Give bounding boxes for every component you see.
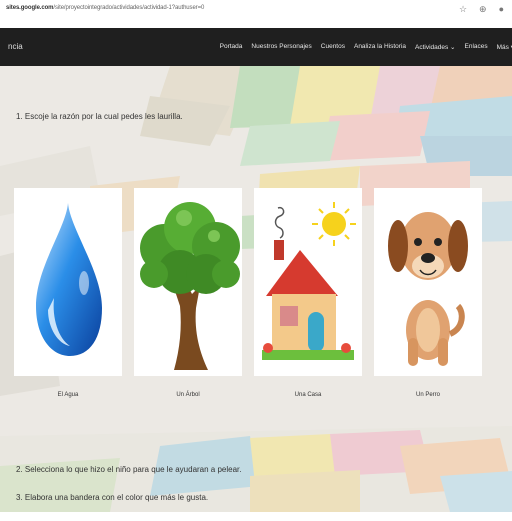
nav-link-portada[interactable]: Portada (220, 43, 243, 51)
browser-toolbar-icons: ☆ ⊕ ● (459, 4, 504, 15)
card-caption-dog: Un Perro (415, 392, 440, 398)
water-drop-icon (36, 203, 102, 356)
option-card-house[interactable] (254, 188, 362, 376)
site-navbar: ncia Portada Nuestros Personajes Cuentos… (0, 28, 512, 66)
option-card-dog[interactable] (374, 188, 482, 376)
option-card-water[interactable] (14, 188, 122, 376)
profile-icon[interactable]: ● (499, 4, 504, 15)
tree-icon (140, 202, 240, 370)
browser-address-bar[interactable]: sites.google.com/site/proyectointegrado/… (0, 0, 512, 24)
nav-link-actividades[interactable]: Actividades ⌄ (415, 43, 456, 51)
nav-link-analiza[interactable]: Analiza la Historia (354, 43, 406, 51)
option-card-tree[interactable] (134, 188, 242, 376)
card-caption-house: Una Casa (294, 392, 322, 398)
card-caption-tree: Un Árbol (176, 392, 200, 398)
extension-icon[interactable]: ⊕ (479, 4, 487, 15)
question-3: 3. Elabora una bandera con el color que … (16, 493, 209, 502)
dog-icon (388, 212, 468, 366)
nav-link-enlaces[interactable]: Enlaces (465, 43, 488, 51)
card-caption-water: El Agua (57, 392, 79, 398)
question-2: 2. Selecciona lo que hizo el niño para q… (16, 465, 242, 474)
nav-link-cuentos[interactable]: Cuentos (321, 43, 345, 51)
nav-link-personajes[interactable]: Nuestros Personajes (251, 43, 311, 51)
question-1: 1. Escoje la razón por la cual pedes les… (16, 112, 183, 121)
nav-link-mas[interactable]: Más ▾ (497, 43, 512, 51)
nav-links: Portada Nuestros Personajes Cuentos Anal… (220, 43, 512, 51)
url-text[interactable]: sites.google.com/site/proyectointegrado/… (6, 5, 204, 11)
site-brand[interactable]: ncia (8, 42, 23, 51)
star-icon[interactable]: ☆ (459, 4, 467, 15)
house-icon (262, 202, 356, 360)
